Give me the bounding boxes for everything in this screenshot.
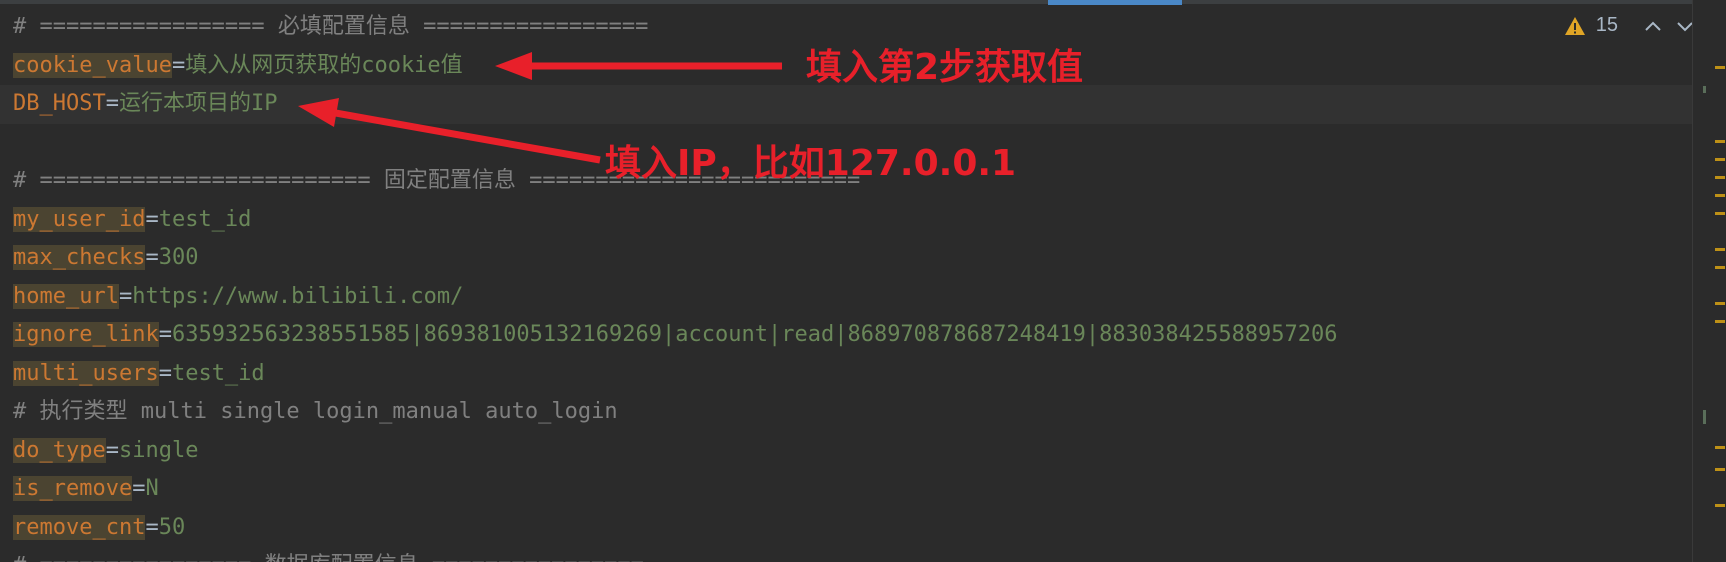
config-line[interactable]: my_user_id=test_id [0,201,1692,240]
stripe-mark[interactable] [1715,176,1725,179]
config-key: is_remove [13,476,133,501]
stripe-mark[interactable] [1715,320,1725,323]
config-key: ignore_link [13,322,159,347]
config-line[interactable]: is_remove=N [0,470,1692,509]
config-line[interactable]: home_url=https://www.bilibili.com/ [0,278,1692,317]
chevron-up-icon[interactable] [1642,15,1664,37]
editor-tab-strip [0,0,1726,4]
inspection-widget[interactable]: 15 [1564,14,1696,37]
equals-sign: = [145,245,159,270]
config-value: test_id [171,360,265,386]
config-key: DB_HOST [13,91,106,116]
config-value: 填入从网页获取的cookie值 [185,52,463,78]
stripe-mark[interactable] [1715,302,1725,305]
equals-sign: = [105,91,119,116]
comment-line[interactable]: # ================ 数据库配置信息 =============… [0,547,1692,562]
config-line[interactable]: ignore_link=635932563238551585|869381005… [0,316,1692,355]
annotation-step2: 填入第2步获取值 [806,47,1084,88]
equals-sign: = [132,476,146,501]
config-key: cookie_value [13,52,172,78]
config-value: test_id [158,206,252,232]
stripe-mark[interactable] [1715,248,1725,251]
comment-line[interactable]: # 执行类型 multi single login_manual auto_lo… [0,393,1692,432]
equals-sign: = [118,283,133,309]
warning-count[interactable]: 15 [1596,14,1618,37]
config-key: do_type [13,437,106,463]
stripe-mark[interactable] [1715,446,1725,449]
config-key: remove_cnt [13,514,146,540]
config-key: max_checks [13,245,146,270]
config-line[interactable]: DB_HOST=运行本项目的IP [0,85,1692,124]
error-stripe[interactable] [1693,0,1726,562]
config-line[interactable]: do_type=single [0,432,1692,471]
config-line[interactable]: max_checks=300 [0,239,1692,278]
stripe-mark[interactable] [1715,212,1725,215]
stripe-mark[interactable] [1715,468,1725,471]
config-value: 635932563238551585|869381005132169269|ac… [171,322,1338,347]
stripe-mark[interactable] [1703,410,1706,424]
config-value: 300 [158,245,199,270]
equals-sign: = [145,206,159,232]
config-value: 运行本项目的IP [118,91,278,116]
stripe-mark[interactable] [1715,194,1725,197]
stripe-mark[interactable] [1715,266,1725,269]
stripe-mark[interactable] [1715,140,1725,143]
config-value: N [145,476,159,501]
stripe-mark[interactable] [1715,158,1725,161]
stripe-mark[interactable] [1715,504,1725,507]
equals-sign: = [158,360,172,386]
config-key: home_url [13,283,119,309]
config-key: multi_users [13,360,159,386]
comment-text: # ================ 数据库配置信息 =============… [13,553,644,562]
comment-text: # 执行类型 multi single login_manual auto_lo… [13,399,618,424]
equals-sign: = [145,514,159,540]
equals-sign: = [105,437,119,463]
ide-window: # ================= 必填配置信息 =============… [0,0,1726,562]
config-value: https://www.bilibili.com/ [132,283,464,309]
stripe-mark[interactable] [1703,86,1706,93]
comment-text: # ================= 必填配置信息 =============… [13,14,649,39]
config-line[interactable]: multi_users=test_id [0,355,1692,394]
active-tab-indicator[interactable] [1048,0,1182,5]
config-value: 50 [158,514,186,540]
code-editor[interactable]: # ================= 必填配置信息 =============… [0,8,1692,562]
annotation-ip: 填入IP，比如127.0.0.1 [605,143,1017,184]
stripe-mark[interactable] [1715,66,1725,69]
equals-sign: = [171,52,186,78]
config-value: single [118,437,199,463]
config-line[interactable]: remove_cnt=50 [0,509,1692,548]
equals-sign: = [158,322,172,347]
config-key: my_user_id [13,206,146,232]
warning-triangle-icon[interactable] [1564,15,1586,37]
